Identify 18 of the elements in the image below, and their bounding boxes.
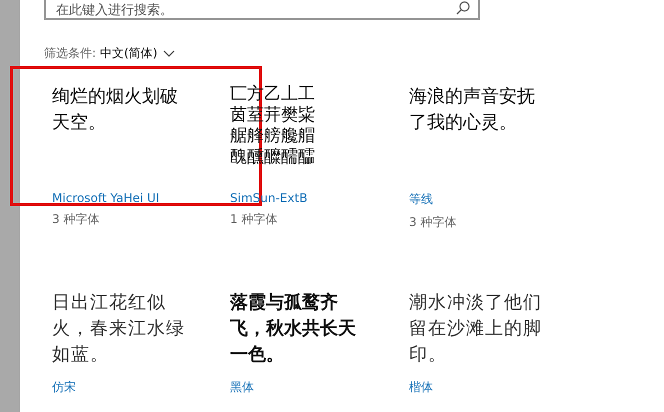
- font-name-link[interactable]: 等线: [409, 191, 433, 208]
- font-sample-text: 日出江花红似火，春来江水绿如蓝。: [52, 291, 186, 367]
- font-name-link[interactable]: 黑体: [230, 379, 254, 396]
- font-sample-text: 潮水冲淡了他们留在沙滩上的脚印。: [409, 291, 543, 367]
- filter-dropdown[interactable]: 中文(简体): [100, 45, 176, 62]
- font-name-link[interactable]: 仿宋: [52, 379, 76, 396]
- font-sample-text: 海浪的声音安抚了我的心灵。: [409, 85, 536, 135]
- search-field[interactable]: 在此键入进行搜索。: [44, 0, 480, 20]
- chevron-icon: [163, 50, 176, 57]
- font-count: 3 种字体: [52, 211, 100, 228]
- font-sample-text: 绚烂的烟火划破天空。: [52, 85, 179, 135]
- font-name-link[interactable]: 楷体: [409, 379, 433, 396]
- search-icon: [456, 1, 470, 15]
- filter-label: 筛选条件:: [44, 45, 96, 62]
- font-count: 1 种字体: [230, 211, 278, 228]
- font-count: 3 种字体: [409, 214, 456, 231]
- font-sample-text: 落霞与孤鹜齐飞，秋水共长天一色。: [230, 291, 357, 367]
- font-name-link[interactable]: Microsoft YaHei UI: [52, 191, 160, 205]
